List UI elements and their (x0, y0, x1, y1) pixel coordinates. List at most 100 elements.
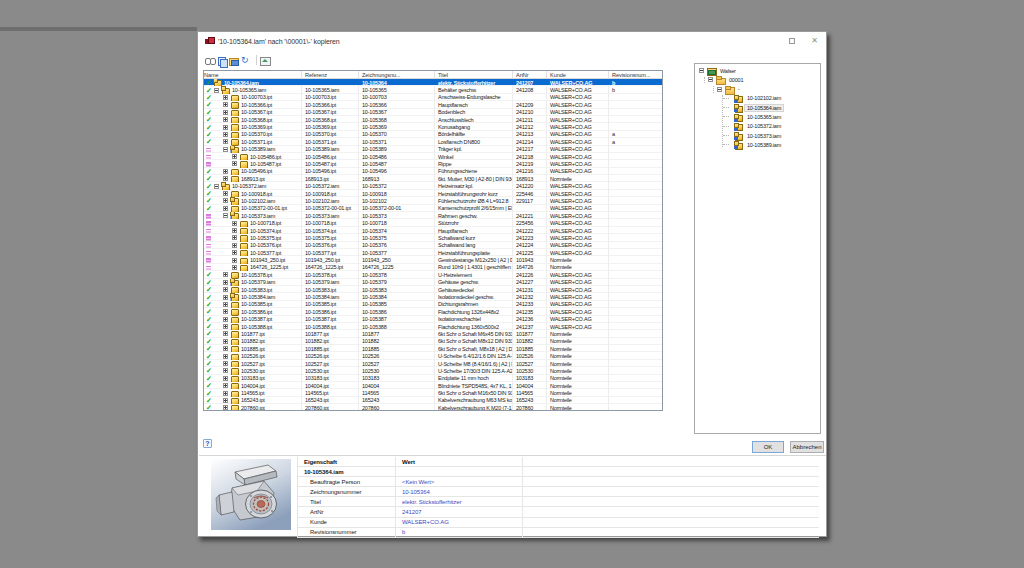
expander-icon[interactable] (223, 125, 228, 130)
expander-icon[interactable] (223, 368, 228, 373)
table-row[interactable]: 10-105367.ipt 10-105367.ipt 10-105367 Bo… (204, 109, 662, 116)
expander-icon[interactable] (223, 295, 228, 300)
image-grid-icon[interactable] (260, 56, 269, 65)
table-row[interactable]: 102526.ipt 102526.ipt 102526 U-Scheibe 6… (204, 352, 662, 359)
tree-expander-icon[interactable] (708, 77, 713, 82)
tree-item[interactable]: Walser (699, 66, 738, 75)
expander-icon[interactable] (232, 228, 237, 233)
tree-expander-icon[interactable] (717, 87, 722, 92)
expander-icon[interactable] (223, 324, 228, 329)
table-row[interactable]: 10-105365.iam 10-105365.iam 10-105365 Be… (204, 86, 662, 93)
expander-icon[interactable] (223, 191, 228, 196)
expander-icon[interactable] (223, 405, 228, 410)
table-row[interactable]: 10-105375.ipt 10-105375.ipt 10-105375 Sc… (204, 234, 662, 241)
tree-item[interactable]: - (717, 85, 742, 94)
table-row[interactable]: 10-102102.iam 10-102102.iam 10-102102 Fü… (204, 197, 662, 204)
table-row[interactable]: 164726_1225.ipt 164726_1225.ipt 164726_1… (204, 264, 662, 271)
help-icon[interactable]: ? (203, 439, 212, 448)
maximize-icon[interactable] (789, 38, 795, 44)
table-row[interactable]: 10-105486.ipt 10-105486.ipt 10-105486 Wi… (204, 153, 662, 160)
expander-icon[interactable] (232, 250, 237, 255)
ok-button[interactable]: OK (752, 441, 784, 453)
tree-item[interactable]: 10-105364.iam (726, 103, 783, 112)
tree-item[interactable]: 10-102102.iam (726, 94, 783, 103)
sync-refresh-icon[interactable]: ↻ (241, 56, 250, 65)
expander-icon[interactable] (223, 280, 228, 285)
table-row[interactable]: 10-105374.ipt 10-105374.ipt 10-105374 Ha… (204, 227, 662, 234)
expander-icon[interactable] (223, 398, 228, 403)
expander-icon[interactable] (223, 331, 228, 336)
table-row[interactable]: 10-105389.iam 10-105389.iam 10-105389 Tr… (204, 146, 662, 153)
table-row[interactable]: 10-105372.iam 10-105372.iam 10-105372 He… (204, 182, 662, 189)
column-header-artnr[interactable]: ArtNr (513, 71, 547, 79)
table-row[interactable]: 165243.ipt 165243.ipt 165243 Kabelversch… (204, 397, 662, 404)
expander-icon[interactable] (223, 339, 228, 344)
tree-item[interactable]: 00001 (708, 75, 745, 84)
expander-icon[interactable] (223, 147, 228, 152)
binoculars-search-icon[interactable] (205, 56, 214, 65)
table-row[interactable]: 10-105366.ipt 10-105366.ipt 10-105366 Ha… (204, 101, 662, 108)
table-row[interactable]: 101943_250.ipt 101943_250.ipt 101943_250… (204, 256, 662, 263)
expander-icon[interactable] (223, 272, 228, 277)
expander-icon[interactable] (223, 354, 228, 359)
table-row[interactable]: 10-105383.ipt 10-105383.ipt 10-105383 Ge… (204, 286, 662, 293)
table-row[interactable]: 168913.ipt 168913.ipt 168913 6kt. Mutter… (204, 175, 662, 182)
table-row[interactable]: 10-105370.ipt 10-105370.ipt 10-105370 Bö… (204, 131, 662, 138)
column-header-revisionsnummer[interactable]: Revisionsnum... (609, 71, 662, 79)
expander-icon[interactable] (223, 206, 228, 211)
table-row[interactable]: 104004.ipt 104004.ipt 104004 Blindniete … (204, 382, 662, 389)
cancel-button[interactable]: Abbrechen (790, 441, 824, 453)
expander-icon[interactable] (223, 132, 228, 137)
table-row[interactable]: 10-105371.ipt 10-105371.ipt 10-105371 Lo… (204, 138, 662, 145)
expander-icon[interactable] (232, 154, 237, 159)
table-row[interactable]: 10-105373.iam 10-105373.iam 10-105373 Ra… (204, 212, 662, 219)
expander-icon[interactable] (232, 221, 237, 226)
table-row[interactable]: 101882.ipt 101882.ipt 101882 6kt Schr o … (204, 338, 662, 345)
expander-icon[interactable] (223, 391, 228, 396)
table-row[interactable]: 10-105377.ipt 10-105377.ipt 10-105377 He… (204, 249, 662, 256)
table-row[interactable]: 103183.ipt 103183.ipt 103183 Endplatte 1… (204, 375, 662, 382)
table-row[interactable]: 10-105379.iam 10-105379.iam 10-105379 Ge… (204, 279, 662, 286)
table-row[interactable]: 207860.ipt 207860.ipt 207860 Kabelversch… (204, 404, 662, 411)
table-row[interactable]: 10-105386.ipt 10-105386.ipt 10-105386 Fl… (204, 308, 662, 315)
expander-icon[interactable] (223, 139, 228, 144)
column-header-kunde[interactable]: Kunde (547, 71, 609, 79)
expander-icon[interactable] (223, 102, 228, 107)
table-row[interactable]: 10-105387.ipt 10-105387.ipt 10-105387 Is… (204, 316, 662, 323)
expander-icon[interactable] (232, 265, 237, 270)
table-row[interactable]: 10-105376.ipt 10-105376.ipt 10-105376 Sc… (204, 242, 662, 249)
expander-icon[interactable] (214, 88, 219, 93)
expander-icon[interactable] (232, 243, 237, 248)
expander-icon[interactable] (223, 346, 228, 351)
table-row[interactable]: 102530.ipt 102530.ipt 102530 U-Scheibe 1… (204, 367, 662, 374)
expander-icon[interactable] (223, 169, 228, 174)
expander-icon[interactable] (223, 198, 228, 203)
expander-icon[interactable] (223, 213, 228, 218)
table-row[interactable]: 10-105388.ipt 10-105388.ipt 10-105388 Fl… (204, 323, 662, 330)
expander-icon[interactable] (223, 117, 228, 122)
column-header-name[interactable]: Name (204, 71, 302, 79)
title-bar[interactable]: '10-105364.iam' nach '\00001\-' kopieren… (198, 32, 826, 50)
table-row[interactable]: 10-105369.ipt 10-105369.ipt 10-105369 Ko… (204, 123, 662, 130)
table-row[interactable]: 10-100918.ipt 10-100918.ipt 10-100918 He… (204, 190, 662, 197)
expander-icon[interactable] (223, 110, 228, 115)
close-icon[interactable]: ✕ (811, 37, 818, 44)
table-row[interactable]: 10-105368.ipt 10-105368.ipt 10-105368 An… (204, 116, 662, 123)
expander-icon[interactable] (223, 176, 228, 181)
table-row[interactable]: 10-105372-00-01.ipt 10-105372-00-01.ipt … (204, 205, 662, 212)
expander-icon[interactable] (223, 376, 228, 381)
expander-icon[interactable] (223, 383, 228, 388)
table-row[interactable]: 10-105496.ipt 10-105496.ipt 10-105496 Fü… (204, 168, 662, 175)
table-row[interactable]: 101877.ipt 101877.ipt 101877 6kt Schr o … (204, 330, 662, 337)
table-row[interactable]: 10-100703.ipt 10-100703.ipt 10-100703 An… (204, 94, 662, 101)
expander-icon[interactable] (223, 287, 228, 292)
table-row[interactable]: 10-105378.ipt 10-105378.ipt 10-105378 U-… (204, 271, 662, 278)
tree-item[interactable]: 10-105373.iam (726, 131, 783, 140)
expander-icon[interactable] (223, 95, 228, 100)
tree-item[interactable]: 10-105365.iam (726, 113, 783, 122)
expander-icon[interactable] (223, 317, 228, 322)
table-row[interactable]: 102527.ipt 102527.ipt 102527 U-Scheibe M… (204, 360, 662, 367)
column-header-zeichnungsnummer[interactable]: Zeichnungsnu... (359, 71, 435, 79)
expander-icon[interactable] (223, 361, 228, 366)
expander-icon[interactable] (214, 184, 219, 189)
